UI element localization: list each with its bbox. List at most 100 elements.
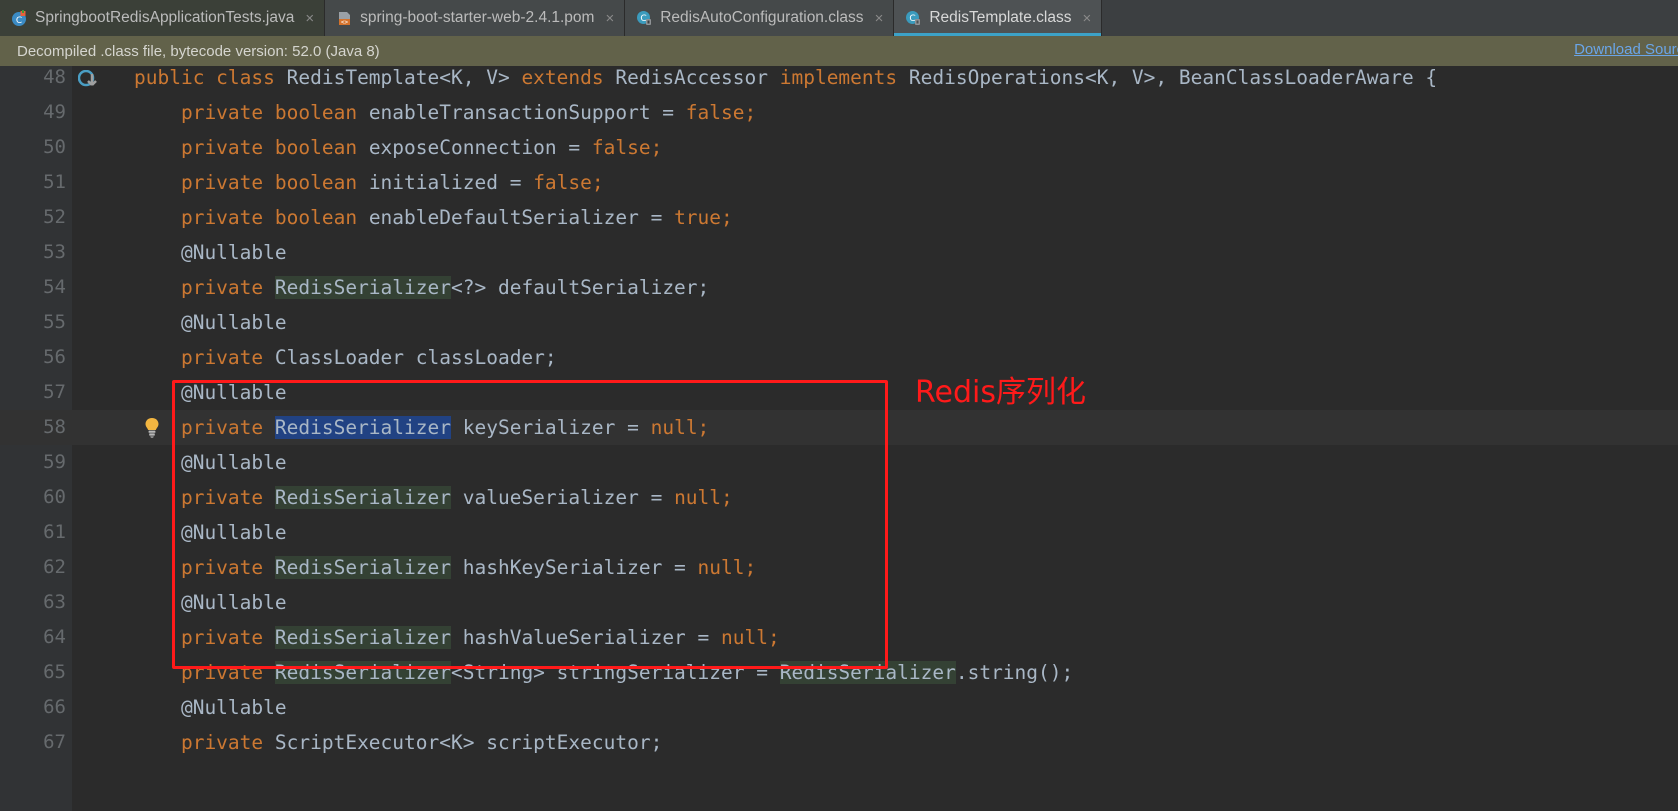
code-line[interactable]: 51 private boolean initialized = false;	[0, 165, 1678, 200]
download-sources-link[interactable]: Download Sources	[1574, 41, 1678, 58]
code-line[interactable]: 52 private boolean enableDefaultSerializ…	[0, 200, 1678, 235]
code-token: true;	[674, 206, 733, 229]
code-line[interactable]: 58 private RedisSerializer keySerializer…	[0, 410, 1678, 445]
line-content: private RedisSerializer hashValueSeriali…	[134, 620, 780, 655]
code-line[interactable]: 67 private ScriptExecutor<K> scriptExecu…	[0, 725, 1678, 760]
svg-text:<>: <>	[341, 19, 349, 26]
code-line[interactable]: 62 private RedisSerializer hashKeySerial…	[0, 550, 1678, 585]
code-token: false;	[685, 101, 757, 124]
compiled-class-icon: C	[636, 10, 653, 27]
line-number: 67	[43, 731, 66, 753]
code-token: private	[134, 626, 275, 649]
code-line[interactable]: 50 private boolean exposeConnection = fa…	[0, 130, 1678, 165]
tab-redis-template-class[interactable]: C RedisTemplate.class ×	[894, 0, 1103, 36]
code-token: null;	[674, 486, 733, 509]
code-lines-container[interactable]: 48 public class RedisTemplate<K, V> exten…	[0, 66, 1678, 811]
line-number: 65	[43, 661, 66, 683]
line-number: 55	[43, 311, 66, 333]
line-number: 52	[43, 206, 66, 228]
svg-text:C: C	[910, 14, 916, 24]
code-token: RedisSerializer	[274, 486, 451, 509]
code-token: implements	[779, 66, 909, 89]
code-token: @Nullable	[134, 241, 287, 264]
tab-label: spring-boot-starter-web-2.4.1.pom	[360, 9, 595, 27]
code-token: private boolean	[134, 101, 369, 124]
code-line[interactable]: 60 private RedisSerializer valueSerializ…	[0, 480, 1678, 515]
code-token: false;	[591, 136, 663, 159]
code-token: valueSerializer =	[451, 486, 675, 509]
code-editor[interactable]: 48 public class RedisTemplate<K, V> exten…	[0, 66, 1678, 811]
code-line[interactable]: 64 private RedisSerializer hashValueSeri…	[0, 620, 1678, 655]
code-token: RedisSerializer	[274, 416, 451, 439]
code-token: public class	[134, 66, 287, 89]
line-number: 64	[43, 626, 66, 648]
code-token: hashKeySerializer =	[451, 556, 698, 579]
tab-close-icon[interactable]: ×	[875, 11, 884, 26]
code-token: RedisOperations<K, V>, BeanClassLoaderAw…	[908, 66, 1438, 89]
line-content: private boolean enableDefaultSerializer …	[134, 200, 733, 235]
tab-label: RedisTemplate.class	[929, 9, 1072, 27]
code-line[interactable]: 63 @Nullable	[0, 585, 1678, 620]
tab-label: SpringbootRedisApplicationTests.java	[35, 9, 295, 27]
line-content: private RedisSerializer valueSerializer …	[134, 480, 733, 515]
code-token: private boolean	[134, 206, 369, 229]
code-token: private	[134, 731, 275, 754]
code-token: private	[134, 661, 275, 684]
svg-text:C: C	[641, 14, 647, 24]
line-number: 57	[43, 381, 66, 403]
code-token: RedisSerializer	[274, 556, 451, 579]
code-token: exposeConnection =	[368, 136, 592, 159]
code-token: private boolean	[134, 171, 369, 194]
code-line[interactable]: 49 private boolean enableTransactionSupp…	[0, 95, 1678, 130]
line-content: @Nullable	[134, 445, 287, 480]
tab-label: RedisAutoConfiguration.class	[660, 9, 864, 27]
code-line[interactable]: 48 public class RedisTemplate<K, V> exten…	[0, 66, 1678, 95]
line-content: private boolean initialized = false;	[134, 165, 604, 200]
line-number: 62	[43, 556, 66, 578]
code-token: <?> defaultSerializer;	[451, 276, 710, 299]
tab-close-icon[interactable]: ×	[605, 11, 614, 26]
line-content: private ClassLoader classLoader;	[134, 340, 557, 375]
line-number: 63	[43, 591, 66, 613]
tab-close-icon[interactable]: ×	[305, 11, 314, 26]
line-content: @Nullable	[134, 305, 287, 340]
line-number: 50	[43, 136, 66, 158]
code-line[interactable]: 54 private RedisSerializer<?> defaultSer…	[0, 270, 1678, 305]
override-method-icon[interactable]	[77, 69, 102, 92]
line-content: private RedisSerializer hashKeySerialize…	[134, 550, 756, 585]
code-token: @Nullable	[134, 591, 287, 614]
tab-springboot-redis-application-tests[interactable]: C SpringbootRedisApplicationTests.java ×	[0, 0, 326, 36]
line-number: 49	[43, 101, 66, 123]
tab-spring-boot-starter-web-pom[interactable]: <> spring-boot-starter-web-2.4.1.pom ×	[325, 0, 626, 36]
code-token: enableDefaultSerializer =	[368, 206, 675, 229]
code-line[interactable]: 57 @Nullable	[0, 375, 1678, 410]
code-line[interactable]: 53 @Nullable	[0, 235, 1678, 270]
code-token: RedisSerializer	[274, 276, 451, 299]
code-token: hashValueSerializer =	[451, 626, 722, 649]
code-token: null;	[721, 626, 780, 649]
code-line[interactable]: 61 @Nullable	[0, 515, 1678, 550]
line-number: 66	[43, 696, 66, 718]
decompiled-class-banner: Decompiled .class file, bytecode version…	[0, 36, 1678, 66]
line-number: 59	[43, 451, 66, 473]
line-number: 60	[43, 486, 66, 508]
code-token: enableTransactionSupport =	[368, 101, 686, 124]
line-content: private boolean exposeConnection = false…	[134, 130, 662, 165]
code-line[interactable]: 55 @Nullable	[0, 305, 1678, 340]
intention-bulb-icon[interactable]	[143, 417, 161, 439]
code-token: false;	[533, 171, 604, 194]
code-line[interactable]: 66 @Nullable	[0, 690, 1678, 725]
code-token: ClassLoader classLoader;	[274, 346, 557, 369]
tab-close-icon[interactable]: ×	[1082, 11, 1091, 26]
code-line[interactable]: 65 private RedisSerializer<String> strin…	[0, 655, 1678, 690]
line-content: @Nullable	[134, 690, 287, 725]
line-content: @Nullable	[134, 235, 287, 270]
code-token: RedisSerializer	[779, 661, 956, 684]
svg-text:C: C	[16, 16, 22, 26]
tab-redis-auto-configuration-class[interactable]: C RedisAutoConfiguration.class ×	[625, 0, 895, 36]
line-number: 61	[43, 521, 66, 543]
line-content: private RedisSerializer keySerializer = …	[134, 410, 709, 445]
code-line[interactable]: 59 @Nullable	[0, 445, 1678, 480]
code-line[interactable]: 56 private ClassLoader classLoader;	[0, 340, 1678, 375]
code-token: private	[134, 346, 275, 369]
